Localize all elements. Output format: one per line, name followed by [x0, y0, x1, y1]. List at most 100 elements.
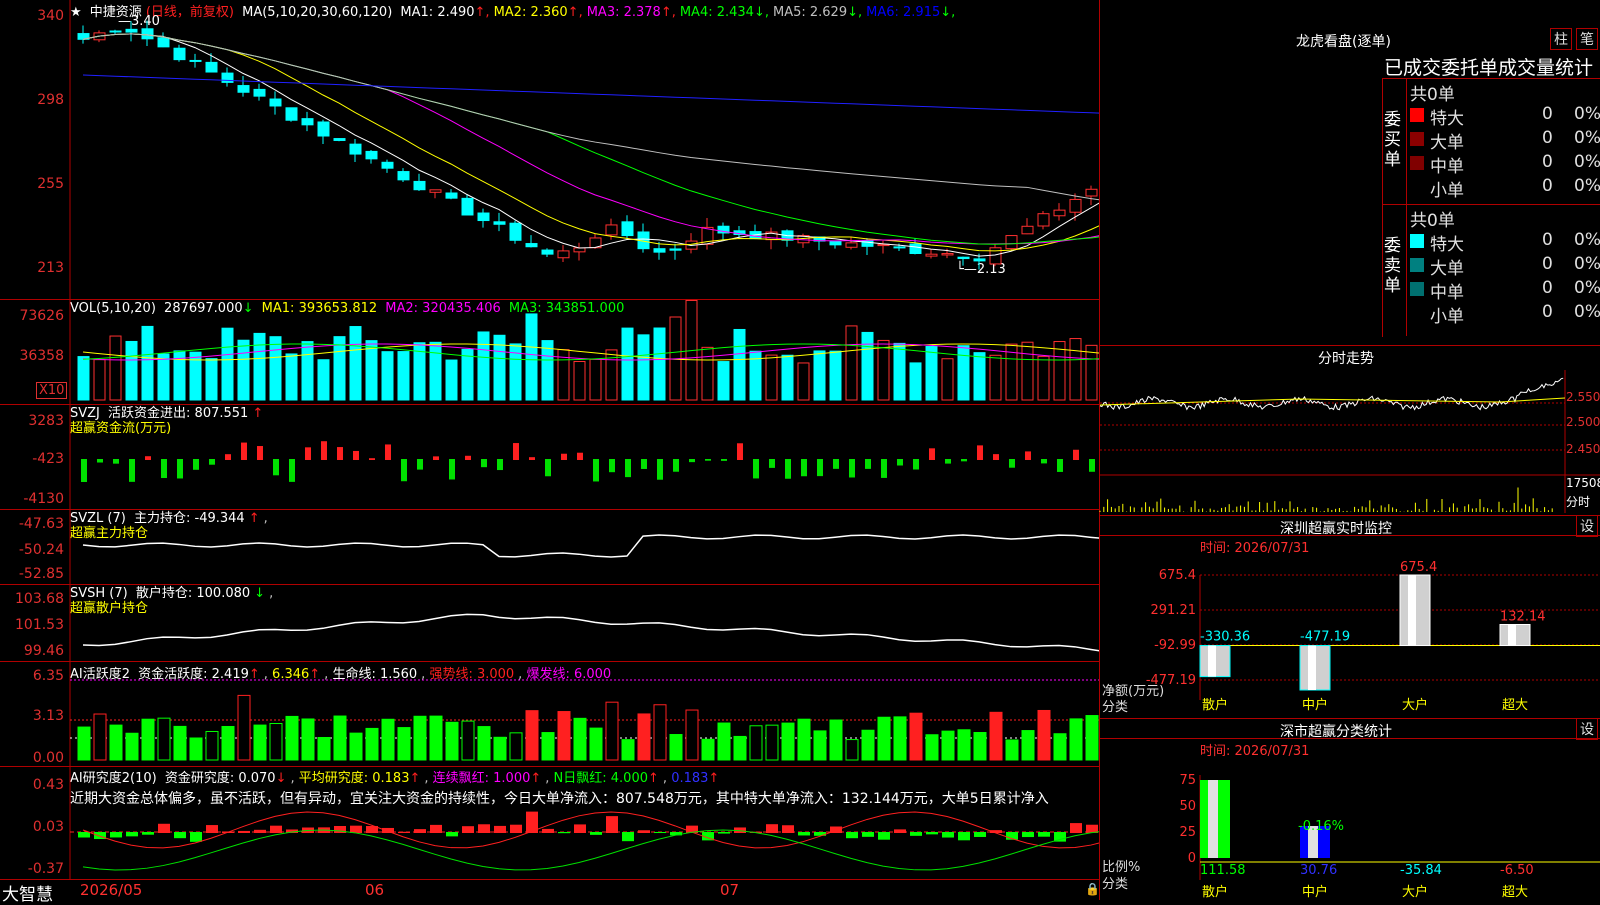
activity-bar	[1037, 709, 1051, 761]
activity-bar	[605, 701, 619, 761]
research-bar	[254, 829, 266, 833]
activity-bar	[301, 718, 315, 761]
volume-bar	[957, 345, 970, 401]
activity-bar	[781, 722, 795, 761]
volume-bar	[349, 326, 362, 401]
activity-bar	[141, 718, 155, 761]
buy-row-3-pct: 0%	[1574, 176, 1600, 196]
flow-bar	[81, 459, 87, 482]
candle-body	[189, 59, 202, 62]
candle-body	[397, 171, 410, 181]
volume-bar	[621, 327, 634, 401]
volume-bar	[237, 339, 250, 401]
volume-bar	[109, 335, 122, 401]
monitor-settings-button[interactable]: 设	[1576, 515, 1598, 537]
chart-canvas[interactable]	[0, 0, 1100, 900]
activity-bar	[477, 726, 491, 761]
candle-body	[141, 28, 154, 40]
activity-bar	[701, 738, 715, 761]
research-bar	[174, 832, 186, 839]
activity-bar	[765, 724, 779, 761]
buy-row-0-count: 0	[1542, 104, 1553, 124]
activity-bar	[829, 719, 843, 761]
fenshi-panel[interactable]: 分时走势 2.550 2.500 2.450 17508 分时	[1100, 345, 1600, 515]
flow-bar	[401, 459, 407, 482]
fenshi-unit: 分时	[1566, 495, 1591, 509]
volume-bar	[445, 359, 458, 401]
flow-bar	[721, 459, 727, 461]
research-bar	[766, 824, 778, 833]
flow-bar	[817, 459, 823, 477]
activity-bar	[845, 739, 859, 761]
activity-bar	[493, 736, 507, 761]
lhb-mid-line	[1382, 204, 1600, 205]
flow-bar	[673, 459, 679, 472]
flow-bar	[913, 459, 919, 470]
flow-bar	[225, 454, 231, 460]
flow-bar	[801, 459, 807, 477]
activity-bar	[1005, 739, 1019, 761]
candle-body	[829, 240, 842, 246]
flow-bar	[1009, 459, 1015, 468]
research-bar	[414, 829, 426, 833]
research-bar	[78, 832, 90, 838]
research-bar	[846, 832, 858, 839]
research-bar	[654, 832, 666, 834]
flow-bar	[657, 459, 663, 480]
activity-bar	[989, 711, 1003, 761]
svzl-line	[82, 534, 1100, 558]
bar-mode-button[interactable]: 柱	[1550, 28, 1572, 50]
lhb-col-line	[1406, 78, 1407, 336]
volume-bar	[125, 340, 138, 401]
candle-body	[653, 248, 666, 253]
monitor-top-line	[1100, 515, 1600, 516]
tick-mode-button[interactable]: 笔	[1576, 28, 1598, 50]
research-bar	[894, 829, 906, 833]
volume-bar	[1069, 338, 1082, 401]
activity-bar	[941, 730, 955, 761]
flow-bar	[753, 459, 759, 479]
candle-body	[1069, 198, 1082, 213]
volume-bar	[717, 361, 730, 401]
flow-bar	[961, 459, 967, 462]
flow-bar	[385, 444, 391, 460]
candle-body	[269, 98, 282, 107]
volume-bar	[845, 325, 858, 401]
research-bar	[206, 825, 218, 833]
buy-row-0-name: 特大	[1430, 109, 1464, 129]
volume-bar	[1085, 344, 1098, 401]
research-bar	[910, 832, 922, 836]
research-bar	[942, 832, 954, 838]
classify-settings-button[interactable]: 设	[1576, 718, 1598, 740]
flow-bar	[369, 458, 375, 460]
candle-body	[237, 85, 250, 93]
ma-line-120	[82, 74, 1100, 114]
sell-swatch-1	[1410, 258, 1424, 272]
volume-bar	[269, 336, 282, 401]
activity-bar	[813, 730, 827, 761]
flow-bar	[897, 459, 903, 466]
flow-bar	[129, 459, 135, 482]
flow-bar	[945, 459, 951, 464]
sell-swatch-2	[1410, 282, 1424, 296]
ma-line-30	[82, 33, 1100, 245]
activity-bar	[125, 732, 139, 761]
volume-bar	[93, 359, 106, 401]
flow-bar	[1089, 459, 1095, 472]
volume-bar	[637, 334, 650, 401]
research-bar	[1022, 832, 1034, 838]
chart-area[interactable]: ★ 中捷资源 (日线，前复权) MA(5,10,20,30,60,120) MA1…	[0, 0, 1100, 905]
candle-body	[445, 192, 458, 199]
sell-row-2-name: 中单	[1430, 283, 1464, 303]
fenshi-top-line	[1100, 345, 1600, 346]
volume-bar	[77, 356, 90, 401]
activity-bar	[93, 713, 107, 761]
buy-side-label: 委买单	[1384, 110, 1401, 170]
classify-time: 时间: 2026/07/31	[1200, 744, 1310, 759]
research-bar	[110, 832, 122, 838]
flow-bar	[433, 456, 439, 460]
flow-bar	[769, 459, 775, 468]
activity-bar	[749, 725, 763, 761]
classify-xlabel: 分类	[1102, 877, 1129, 892]
candle-body	[973, 258, 986, 262]
